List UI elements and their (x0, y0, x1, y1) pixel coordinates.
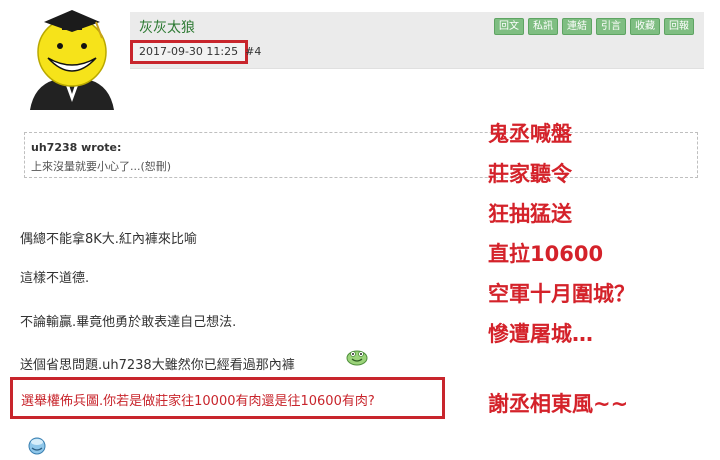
body-line: 不論輸贏.畢竟他勇於敢表達自己想法. (20, 315, 237, 330)
body-line: 偶總不能拿8K大.紅內褲來比喻 (20, 232, 197, 247)
post-datetime: 2017-09-30 11:25 (139, 45, 239, 58)
post-actions: 回文 私訊 連結 引言 收藏 回報 (494, 18, 694, 35)
overlay-line: 直拉10600 (488, 242, 604, 266)
quote-author: uh7238 wrote: (31, 141, 122, 154)
reply-button[interactable]: 回文 (494, 18, 524, 35)
overlay-line: 慘遭屠城… (488, 322, 593, 346)
body-line: 送個省思問題.uh7238大雖然你已經看過那內褲 (20, 358, 295, 373)
blue-smiley-icon (28, 437, 46, 455)
post-meta: 2017-09-30 11:25 #4 (130, 40, 261, 64)
overlay-line: 狂抽猛送 (488, 202, 572, 226)
post-username[interactable]: 灰灰太狼 (139, 17, 195, 37)
avatar-icon (30, 10, 114, 110)
body-line: 這樣不道德. (20, 271, 90, 286)
report-button[interactable]: 回報 (664, 18, 694, 35)
overlay-line: 空軍十月圍城？ (488, 282, 635, 306)
post-floor[interactable]: #4 (245, 45, 261, 58)
highlight-text: 選舉權佈兵圖.你若是做莊家往10000有肉還是往10600有肉? (21, 394, 375, 409)
overlay-line: 莊家聽令 (488, 162, 572, 186)
overlay-signoff: 謝丞相東風~~ (488, 392, 629, 416)
user-avatar[interactable] (24, 6, 120, 110)
quote-text: 上來沒量就要小心了...(恕刪) (31, 160, 172, 173)
quote-button[interactable]: 引言 (596, 18, 626, 35)
highlight-box: 選舉權佈兵圖.你若是做莊家往10000有肉還是往10600有肉? (10, 377, 445, 419)
post-header: 灰灰太狼 2017-09-30 11:25 #4 回文 私訊 連結 引言 收藏 … (130, 12, 704, 69)
green-smiley-icon (346, 350, 368, 366)
overlay-line: 鬼丞喊盤 (488, 122, 572, 146)
favorite-button[interactable]: 收藏 (630, 18, 660, 35)
private-message-button[interactable]: 私訊 (528, 18, 558, 35)
overlay-caption: 鬼丞喊盤 莊家聽令 狂抽猛送 直拉10600 空軍十月圍城？ 慘遭屠城… 謝丞相… (488, 114, 635, 424)
link-button[interactable]: 連結 (562, 18, 592, 35)
